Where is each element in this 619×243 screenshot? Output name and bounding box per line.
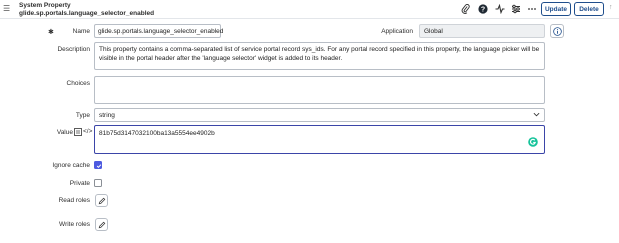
record-type-title: System Property <box>19 2 71 9</box>
ignore-cache-checkbox[interactable] <box>94 161 102 169</box>
activity-icon[interactable] <box>494 3 505 14</box>
pencil-icon <box>98 221 105 228</box>
paperclip-icon[interactable] <box>460 3 471 14</box>
choices-textarea[interactable] <box>94 76 545 104</box>
description-textarea[interactable]: This property contains a comma-separated… <box>94 42 545 70</box>
field-history-icon[interactable] <box>74 128 82 138</box>
read-roles-edit-button[interactable] <box>95 194 108 207</box>
update-button[interactable]: Update <box>541 2 571 16</box>
application-field: Global <box>419 24 545 38</box>
ignore-cache-label: Ignore cache <box>52 162 90 169</box>
script-editor-icon[interactable]: </> <box>83 128 92 135</box>
private-label: Private <box>69 180 90 187</box>
application-label: Application <box>381 28 413 35</box>
delete-button[interactable]: Delete <box>574 2 604 16</box>
private-checkbox[interactable] <box>94 179 102 187</box>
chevron-down-icon <box>533 111 540 120</box>
write-roles-label: Write roles <box>59 221 90 228</box>
pencil-icon <box>98 197 105 204</box>
value-textarea[interactable]: 81b75d3147032100ba13a5554ee4902b <box>94 125 545 154</box>
form-header: ☰ System Property glide.sp.portals.langu… <box>0 0 619 19</box>
checkmark-icon <box>96 163 101 168</box>
menu-icon[interactable]: ☰ <box>3 4 10 13</box>
name-input[interactable]: glide.sp.portals.language_selector_enabl… <box>94 24 223 38</box>
up-arrow-icon[interactable]: ↑ <box>609 4 613 11</box>
name-label: Name <box>72 28 90 35</box>
read-roles-label: Read roles <box>58 197 90 204</box>
write-roles-edit-button[interactable] <box>95 218 108 231</box>
svg-text:?: ? <box>480 6 484 13</box>
more-icon[interactable] <box>526 3 537 14</box>
choices-label: Choices <box>66 80 90 87</box>
application-info-button[interactable] <box>550 24 564 38</box>
type-label: Type <box>75 112 90 119</box>
info-icon <box>552 26 562 36</box>
grammarly-icon[interactable] <box>528 137 538 149</box>
description-label: Description <box>57 46 90 53</box>
record-name-title: glide.sp.portals.language_selector_enabl… <box>19 10 155 17</box>
help-icon[interactable]: ? <box>477 3 488 14</box>
type-select[interactable]: string <box>94 108 545 122</box>
settings-sliders-icon[interactable] <box>510 3 521 14</box>
value-label: Value <box>56 129 73 136</box>
